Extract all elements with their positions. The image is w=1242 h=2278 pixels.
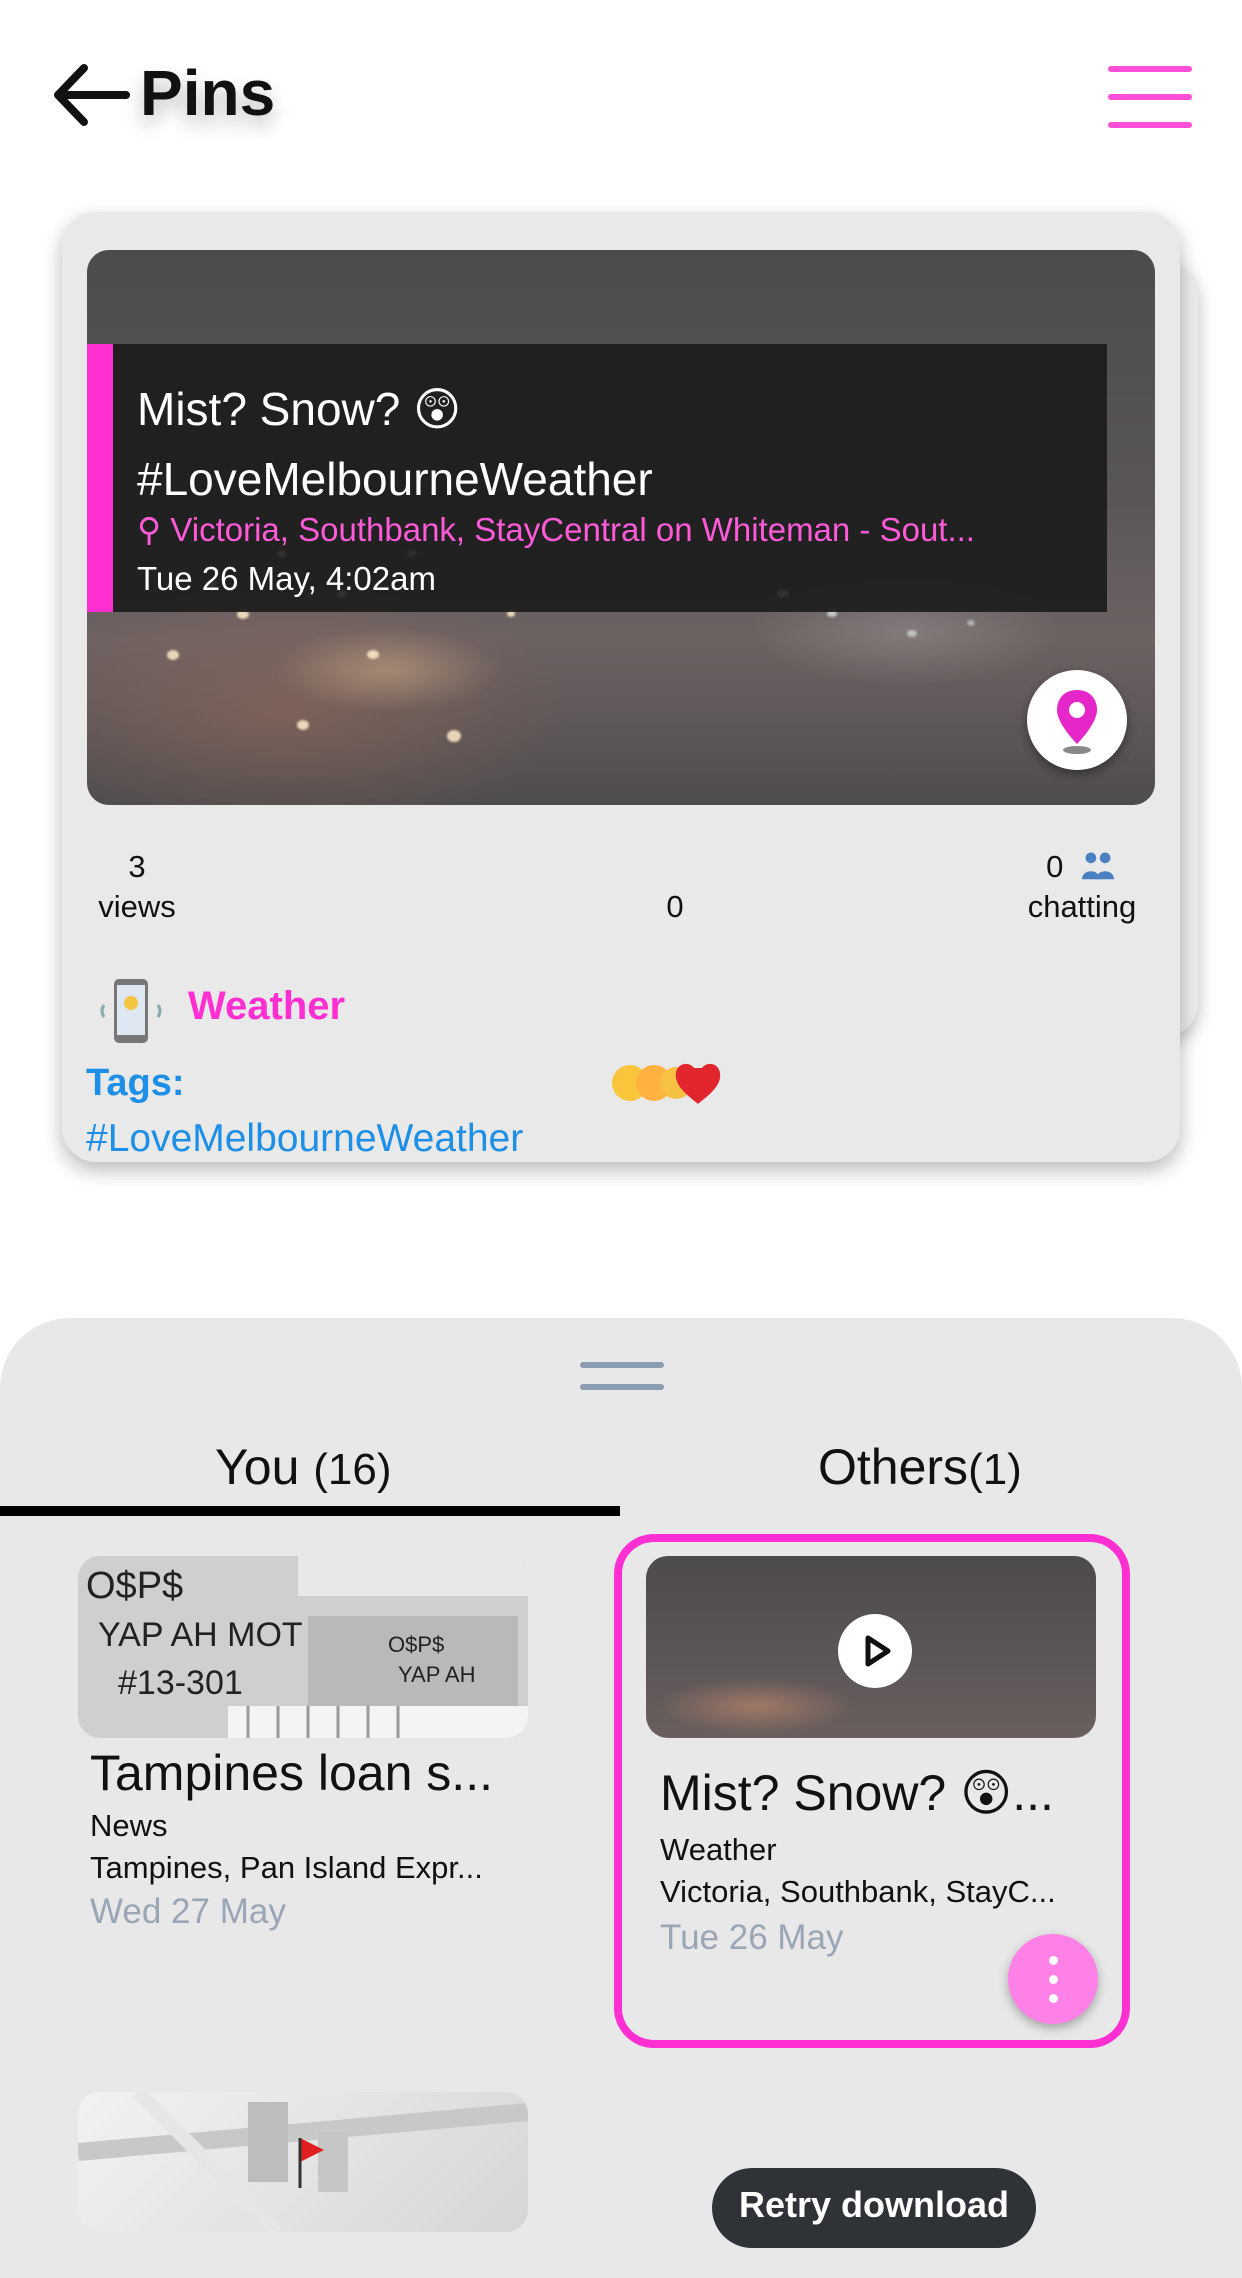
featured-pin-card[interactable]: Mist? Snow? 😲 #LoveMelbourneWeather ⚲ Vi…: [62, 212, 1180, 1162]
svg-text:YAP AH: YAP AH: [398, 1662, 475, 1687]
tab-others[interactable]: Others(1): [818, 1438, 1022, 1496]
app-header: Pins: [0, 0, 1242, 190]
pin-photo[interactable]: Mist? Snow? 😲 #LoveMelbourneWeather ⚲ Vi…: [87, 250, 1155, 805]
play-button[interactable]: [838, 1614, 912, 1688]
people-icon: [1081, 852, 1114, 880]
views-count: 3: [128, 849, 146, 884]
views-label: views: [98, 889, 176, 924]
pin-date: Tue 26 May, 4:02am: [137, 560, 436, 597]
chatting-stat: 0 chatting: [1007, 847, 1157, 927]
tab-you[interactable]: You (16): [215, 1438, 392, 1496]
map-thumbnail[interactable]: [78, 2092, 528, 2232]
pin-item-title[interactable]: Mist? Snow? 😲...: [660, 1764, 1054, 1822]
page-title: Pins: [140, 57, 276, 129]
pin-item-category: Weather: [660, 1832, 777, 1867]
reactions-emoji-icon[interactable]: [610, 1058, 730, 1108]
pin-info-overlay: Mist? Snow? 😲 #LoveMelbourneWeather ⚲ Vi…: [87, 344, 1107, 612]
pin-item-location: Tampines, Pan Island Expr...: [90, 1850, 483, 1885]
pin-title: Mist? Snow? 😲 #LoveMelbourneWeather: [137, 383, 653, 505]
svg-text:YAP AH MOT: YAP AH MOT: [98, 1616, 303, 1654]
svg-text:O$P$: O$P$: [388, 1632, 444, 1657]
chatting-label: chatting: [1027, 889, 1137, 924]
play-icon: [865, 1635, 891, 1667]
drag-handle-icon[interactable]: [580, 1362, 664, 1392]
reactions-count: 0: [666, 889, 684, 924]
chatting-count: 0: [1046, 849, 1064, 884]
active-tab-indicator: [0, 1506, 620, 1516]
location-pin-icon: ⚲: [137, 511, 171, 548]
pin-item-date: Tue 26 May: [660, 1918, 844, 1957]
pin-thumbnail[interactable]: O$P$ YAP AH MOT #13-301 O$P$ YAP AH: [78, 1556, 528, 1738]
pin-item-category: News: [90, 1808, 168, 1843]
retry-download-button[interactable]: Retry download: [712, 2168, 1036, 2248]
svg-text:O$P$: O$P$: [86, 1565, 183, 1607]
map-pin-icon: [1057, 690, 1097, 754]
pin-location: ⚲ Victoria, Southbank, StayCentral on Wh…: [137, 511, 975, 548]
views-stat: 3 views: [62, 847, 212, 927]
hamburger-menu-icon[interactable]: [1108, 66, 1192, 130]
pin-item-date: Wed 27 May: [90, 1892, 286, 1931]
pin-item-title[interactable]: Tampines loan s...: [90, 1744, 493, 1802]
tags-heading: Tags:: [86, 1062, 185, 1104]
pin-item-location: Victoria, Southbank, StayC...: [660, 1874, 1056, 1909]
map-image: [78, 2092, 528, 2232]
category-label[interactable]: Weather: [188, 984, 345, 1029]
map-pin-button[interactable]: [1027, 670, 1127, 770]
more-options-button[interactable]: [1008, 1934, 1098, 2024]
svg-text:#13-301: #13-301: [118, 1664, 243, 1702]
weather-phone-icon: [100, 979, 162, 1043]
graffiti-wall-image: O$P$ YAP AH MOT #13-301 O$P$ YAP AH: [78, 1556, 528, 1738]
arrow-left-icon[interactable]: [50, 62, 130, 128]
tag-link[interactable]: #LoveMelbourneWeather: [86, 1117, 523, 1161]
accent-bar: [87, 344, 113, 612]
reactions-stat: 0: [600, 887, 750, 927]
